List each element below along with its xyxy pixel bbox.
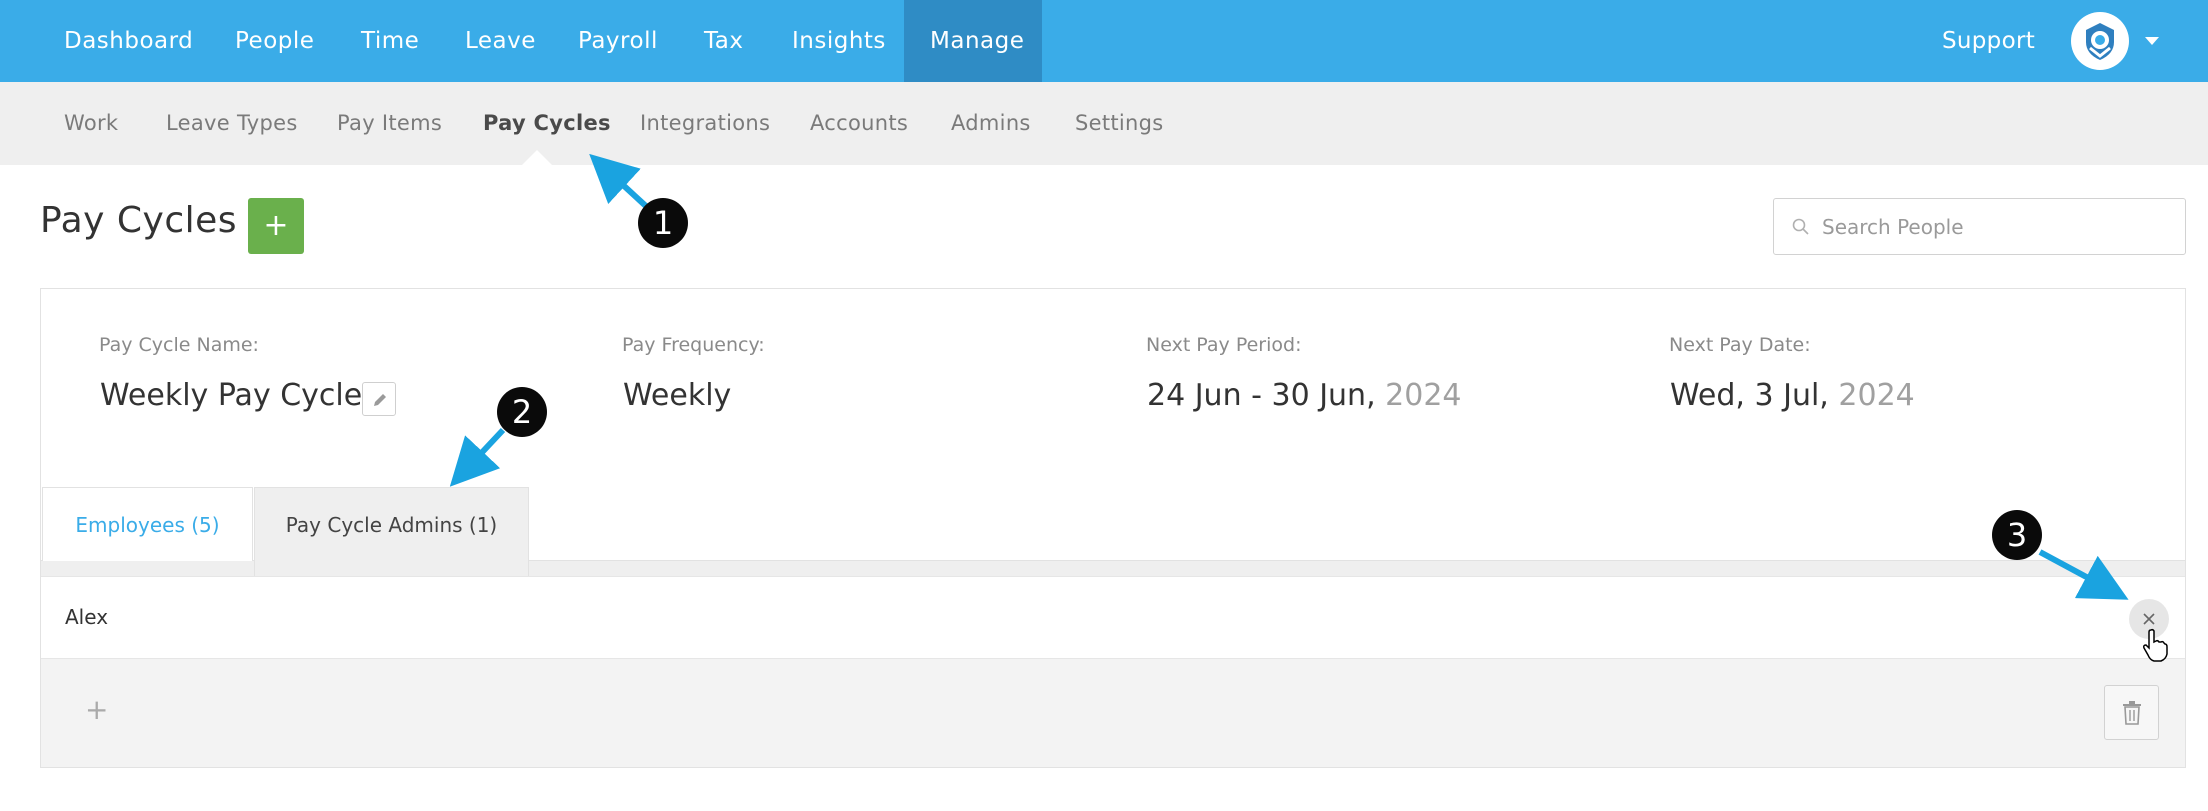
callout-1: 1 xyxy=(638,198,688,248)
annotation-arrows xyxy=(449,153,2129,600)
callout-3: 3 xyxy=(1992,510,2042,560)
callout-2: 2 xyxy=(497,387,547,437)
